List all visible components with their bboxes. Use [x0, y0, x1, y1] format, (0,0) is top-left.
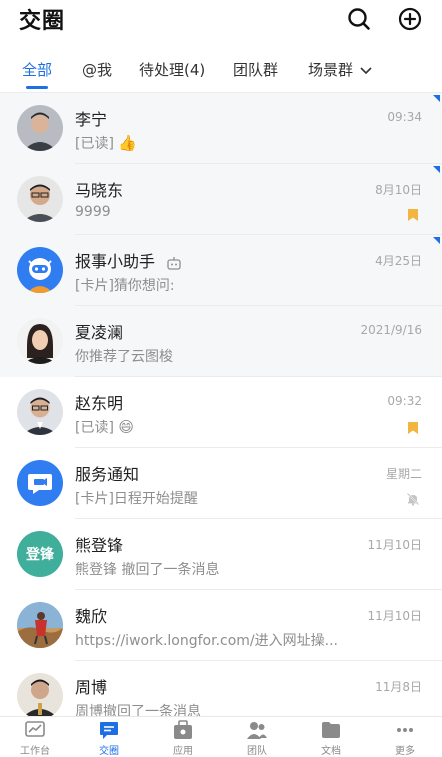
conversation-preview: [已读] 👍	[75, 133, 137, 153]
avatar	[17, 105, 63, 151]
avatar	[17, 602, 63, 648]
nav-item-docs[interactable]: 文档	[301, 719, 361, 757]
apps-icon	[174, 720, 192, 739]
conversation-preview: 9999	[75, 204, 111, 220]
nav-label: 更多	[395, 746, 415, 757]
tab-scene-groups[interactable]: 场景群	[308, 59, 373, 80]
conversation-name: 马晓东	[75, 181, 124, 200]
app-header: 交圈	[0, 0, 442, 40]
conversation-row[interactable]: 李宁 [已读] 👍 09:34	[0, 93, 442, 164]
conversation-name: 服务通知	[75, 465, 140, 484]
conversation-name: 李宁	[75, 110, 108, 129]
tab-team-groups[interactable]: 团队群	[233, 59, 278, 80]
conversation-time: 2021/9/16	[360, 323, 422, 337]
team-icon	[247, 722, 267, 739]
chart-icon	[25, 721, 45, 737]
robot-icon	[167, 256, 181, 270]
bottom-nav-bar: 工作台 交圈 应用 团队 文档 更多	[0, 716, 442, 757]
conversation-name: 赵东明	[75, 394, 124, 413]
conversation-time: 8月10日	[375, 183, 422, 197]
conversation-time: 星期二	[385, 467, 422, 481]
chat-icon	[100, 722, 118, 739]
avatar	[17, 176, 63, 222]
conversation-row[interactable]: 夏凌澜 你推荐了云图梭 2021/9/16	[0, 306, 442, 377]
folder-icon	[322, 722, 340, 738]
conversation-preview: https://iwork.longfor.com/进入网址操...	[75, 633, 338, 649]
conversation-preview: [卡片]日程开始提醒	[75, 491, 198, 507]
conversation-preview: 你推荐了云图梭	[75, 349, 173, 365]
conversation-row[interactable]: 登锋 熊登锋 熊登锋 撤回了一条消息 11月10日	[0, 519, 442, 590]
muted-bell-icon	[406, 492, 420, 506]
nav-label: 工作台	[20, 746, 50, 757]
bookmark-icon	[406, 208, 420, 222]
conversation-time: 09:32	[387, 394, 422, 408]
conversation-row[interactable]: 赵东明 [已读] 😄 09:32	[0, 377, 442, 448]
nav-label: 团队	[247, 746, 267, 757]
more-icon	[397, 728, 413, 732]
filter-tabs: 全部 @我 待处理(4) 团队群 场景群	[0, 48, 442, 93]
unread-corner-marker	[433, 95, 440, 102]
conversation-row[interactable]: 魏欣 https://iwork.longfor.com/进入网址操... 11…	[0, 590, 442, 661]
thumbs-up-emoji: 👍	[118, 134, 138, 152]
avatar	[17, 460, 63, 506]
conversation-preview: [卡片]猜你想问:	[75, 278, 175, 294]
conversation-time: 11月10日	[367, 538, 422, 552]
conversation-name: 夏凌澜	[75, 323, 124, 342]
nav-label: 应用	[173, 746, 193, 757]
nav-item-chats[interactable]: 交圈	[79, 719, 139, 757]
search-icon[interactable]	[346, 6, 372, 32]
conversation-name: 报事小助手	[75, 248, 182, 272]
tab-all[interactable]: 全部	[22, 59, 52, 80]
chevron-down-icon	[360, 66, 372, 74]
unread-corner-marker	[433, 237, 440, 244]
conversation-preview: 熊登锋 撤回了一条消息	[75, 562, 220, 578]
bookmark-icon	[406, 421, 420, 435]
nav-item-apps[interactable]: 应用	[153, 719, 213, 757]
plus-circle-icon[interactable]	[397, 6, 423, 32]
conversation-time: 09:34	[387, 110, 422, 124]
conversation-preview: [已读] 😄	[75, 417, 134, 437]
conversation-name: 魏欣	[75, 607, 108, 626]
conversation-name: 周博	[75, 678, 108, 697]
conversation-row[interactable]: 马晓东 9999 8月10日	[0, 164, 442, 235]
unread-corner-marker	[433, 166, 440, 173]
conversation-row[interactable]: 报事小助手 [卡片]猜你想问: 4月25日	[0, 235, 442, 306]
avatar	[17, 673, 63, 719]
grinning-emoji: 😄	[118, 418, 135, 436]
conversation-name-text: 报事小助手	[75, 252, 156, 271]
page-title: 交圈	[19, 9, 66, 34]
preview-text: [已读]	[75, 420, 114, 436]
avatar	[17, 247, 63, 293]
avatar	[17, 389, 63, 435]
tab-scene-groups-label: 场景群	[308, 61, 354, 79]
nav-item-more[interactable]: 更多	[375, 719, 435, 757]
nav-item-workbench[interactable]: 工作台	[5, 719, 65, 757]
tab-active-indicator	[26, 86, 48, 89]
nav-label: 交圈	[99, 746, 119, 757]
preview-text: [已读]	[75, 136, 114, 152]
tab-mentions[interactable]: @我	[82, 59, 112, 80]
conversation-time: 4月25日	[375, 254, 422, 268]
nav-label: 文档	[321, 746, 341, 757]
conversation-name: 熊登锋	[75, 536, 124, 555]
avatar: 登锋	[17, 531, 63, 577]
tab-pending[interactable]: 待处理(4)	[139, 59, 205, 80]
nav-item-team[interactable]: 团队	[227, 719, 287, 757]
conversation-row[interactable]: 服务通知 [卡片]日程开始提醒 星期二	[0, 448, 442, 519]
conversation-time: 11月8日	[375, 680, 422, 694]
avatar	[17, 318, 63, 364]
conversation-time: 11月10日	[367, 609, 422, 623]
avatar-initials: 登锋	[26, 547, 54, 563]
